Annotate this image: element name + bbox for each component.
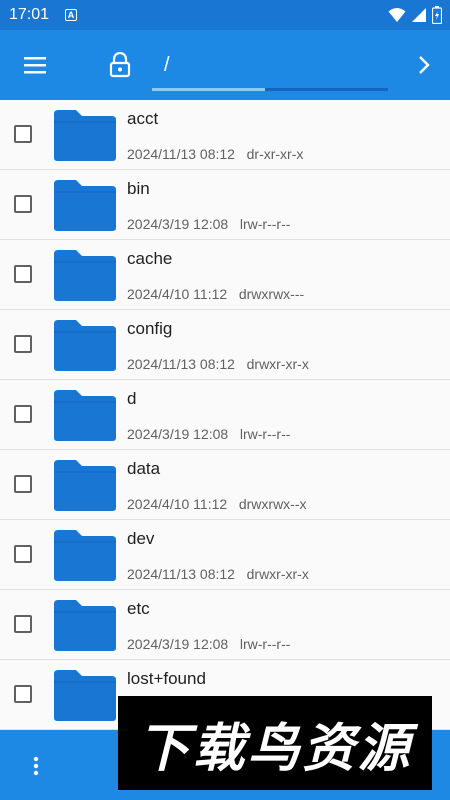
file-row[interactable]: bin 2024/3/19 12:08 lrw-r--r-- — [0, 170, 450, 240]
notification-a-icon: A — [65, 9, 78, 21]
status-icons — [388, 6, 442, 24]
select-checkbox[interactable] — [14, 475, 32, 493]
select-checkbox[interactable] — [14, 265, 32, 283]
toolbar: / — [0, 30, 450, 100]
path-scroll-indicator — [152, 88, 388, 91]
file-row[interactable]: data 2024/4/10 11:12 drwxrwx--x — [0, 450, 450, 520]
file-meta: 2024/3/19 12:08 lrw-r--r-- — [127, 426, 290, 442]
file-name: bin — [127, 179, 150, 198]
file-name: cache — [127, 249, 173, 268]
folder-icon — [54, 180, 116, 231]
select-checkbox[interactable] — [14, 405, 32, 423]
file-permissions: drwxr-xr-x — [246, 566, 309, 582]
folder-icon — [54, 530, 116, 581]
select-checkbox[interactable] — [14, 615, 32, 633]
file-date: 2024/3/19 12:08 — [127, 636, 229, 652]
select-checkbox[interactable] — [14, 195, 32, 213]
file-permissions: drwxrwx--- — [238, 286, 305, 302]
file-permissions: lrw-r--r-- — [239, 636, 291, 652]
file-name: data — [127, 459, 161, 478]
lock-icon[interactable] — [108, 51, 132, 78]
file-date: 2024/11/13 08:12 — [127, 356, 235, 372]
file-row[interactable]: etc 2024/3/19 12:08 lrw-r--r-- — [0, 590, 450, 660]
battery-icon — [432, 6, 442, 24]
file-date: 2024/4/10 11:12 — [127, 496, 228, 512]
signal-icon — [412, 8, 426, 22]
status-bar: 17:01 A — [0, 0, 450, 30]
chevron-right-icon[interactable] — [414, 54, 434, 76]
file-name: acct — [127, 109, 159, 128]
file-meta: 2024/4/10 11:12 drwxrwx--- — [127, 286, 304, 302]
folder-icon — [54, 250, 116, 301]
select-checkbox[interactable] — [14, 685, 32, 703]
file-name: dev — [127, 529, 155, 548]
file-meta: 2024/3/19 12:08 lrw-r--r-- — [127, 216, 290, 232]
file-list: acct 2024/11/13 08:12 dr-xr-xr-x bin 2024/3… — [0, 100, 450, 730]
file-meta: 2024/4/10 11:12 drwxrwx--x — [127, 496, 307, 512]
folder-icon — [54, 670, 116, 721]
file-permissions: lrw-r--r-- — [239, 426, 291, 442]
file-meta: 2024/11/13 08:12 drwxr-xr-x — [127, 566, 309, 582]
file-date: 2024/3/19 12:08 — [127, 426, 229, 442]
file-permissions: drwxrwx--x — [238, 496, 307, 512]
wifi-icon — [388, 8, 406, 22]
file-name: d — [127, 389, 137, 408]
file-meta: 2024/11/13 08:12 dr-xr-xr-x — [127, 146, 303, 162]
watermark-logo: 下载鸟资源 — [118, 696, 432, 790]
file-row[interactable]: d 2024/3/19 12:08 lrw-r--r-- — [0, 380, 450, 450]
file-row[interactable]: acct 2024/11/13 08:12 dr-xr-xr-x — [0, 100, 450, 170]
folder-icon — [54, 600, 116, 651]
more-vert-icon[interactable] — [26, 755, 46, 777]
file-meta: 2024/3/19 12:08 lrw-r--r-- — [127, 636, 290, 652]
file-row[interactable]: config 2024/11/13 08:12 drwxr-xr-x — [0, 310, 450, 380]
menu-icon[interactable] — [22, 54, 48, 76]
select-checkbox[interactable] — [14, 125, 32, 143]
file-name: lost+found — [127, 669, 206, 688]
select-checkbox[interactable] — [14, 545, 32, 563]
folder-icon — [54, 390, 116, 441]
folder-icon — [54, 460, 116, 511]
file-meta: 2024/11/13 08:12 drwxr-xr-x — [127, 356, 309, 372]
folder-icon — [54, 110, 116, 161]
select-checkbox[interactable] — [14, 335, 32, 353]
file-permissions: dr-xr-xr-x — [246, 146, 304, 162]
file-date: 2024/3/19 12:08 — [127, 216, 229, 232]
file-row[interactable]: cache 2024/4/10 11:12 drwxrwx--- — [0, 240, 450, 310]
file-name: etc — [127, 599, 150, 618]
file-row[interactable]: dev 2024/11/13 08:12 drwxr-xr-x — [0, 520, 450, 590]
file-permissions: drwxr-xr-x — [246, 356, 309, 372]
status-time: 17:01 — [9, 6, 50, 23]
file-date: 2024/4/10 11:12 — [127, 286, 228, 302]
path-breadcrumb[interactable]: / — [164, 54, 170, 77]
path-scroll-thumb — [152, 88, 266, 91]
file-date: 2024/11/13 08:12 — [127, 566, 235, 582]
file-date: 2024/11/13 08:12 — [127, 146, 235, 162]
file-name: config — [127, 319, 173, 338]
folder-icon — [54, 320, 116, 371]
file-permissions: lrw-r--r-- — [239, 216, 291, 232]
